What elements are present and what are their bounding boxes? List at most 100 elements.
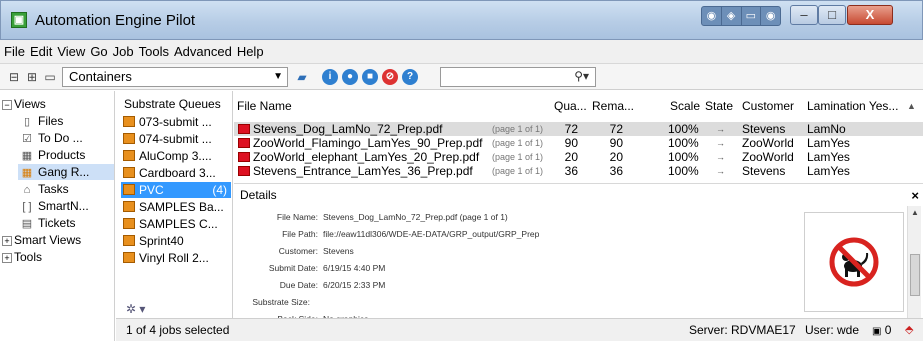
detail-value: Stevens	[323, 246, 354, 256]
scale-cell: 100%	[668, 122, 699, 136]
menu-bar: File Edit View Go Job Tools Advanced Hel…	[0, 40, 923, 64]
job-count-status: ▣ 0	[872, 323, 891, 337]
table-row[interactable]: Stevens_Dog_LamNo_72_Prep.pdf (page 1 of…	[234, 122, 923, 136]
nav-item-tickets[interactable]: ▤ Tickets	[20, 215, 76, 231]
queue-item[interactable]: Vinyl Roll 2...	[121, 250, 231, 266]
ticket-icon: ▤	[21, 218, 33, 230]
state-arrow-icon: →	[716, 124, 725, 134]
queue-icon	[123, 133, 135, 144]
sort-ascending-icon[interactable]: ▲	[907, 101, 916, 111]
toolbox-button-4[interactable]: ◉	[761, 7, 780, 25]
collapse-icon[interactable]: −	[2, 99, 12, 110]
toolbox-button-1[interactable]: ◉	[702, 7, 722, 25]
queue-label: PVC	[139, 183, 164, 197]
scroll-thumb[interactable]	[910, 254, 920, 296]
column-header-state[interactable]: State	[705, 99, 733, 113]
queue-item[interactable]: 074-submit ...	[121, 131, 231, 147]
nav-item-smartnames[interactable]: [ ] SmartN...	[20, 198, 88, 214]
nav-item-products[interactable]: ▦ Products	[20, 147, 86, 163]
column-header-quantity[interactable]: Qua...	[554, 99, 587, 113]
expand-icon[interactable]: +	[2, 235, 12, 246]
menu-help[interactable]: Help	[237, 44, 264, 59]
nav-item-tasks[interactable]: ⌂ Tasks	[20, 181, 69, 197]
queue-item[interactable]: AluComp 3....	[121, 148, 231, 164]
customer-cell: Stevens	[742, 164, 786, 178]
views-tree: − Views ▯ Files ☑ To Do ... ▦ Products ▦ Gang…	[0, 91, 115, 341]
queue-item[interactable]: SAMPLES C...	[121, 216, 231, 232]
chevron-down-icon: ▼	[273, 71, 283, 82]
alert-icon[interactable]: ⬘	[905, 323, 913, 336]
state-arrow-icon: →	[716, 166, 725, 176]
smart-views-label: Smart Views	[14, 233, 82, 247]
queue-icon	[123, 167, 135, 178]
queue-item[interactable]: SAMPLES Ba...	[121, 199, 231, 215]
toolbox-button-3[interactable]: ▭	[742, 7, 762, 25]
nav-item-files[interactable]: ▯ Files	[20, 113, 63, 129]
column-header-customer[interactable]: Customer	[742, 99, 794, 113]
queue-label: 073-submit ...	[139, 115, 212, 129]
menu-file[interactable]: File	[4, 44, 25, 59]
queue-icon	[123, 184, 135, 195]
view-select[interactable]: Containers ▼	[62, 67, 288, 87]
menu-view[interactable]: View	[57, 44, 85, 59]
menu-tools[interactable]: Tools	[139, 44, 169, 59]
remaining-cell: 72	[609, 122, 623, 136]
split-panes-icon[interactable]: ⊟	[6, 69, 22, 85]
lamination-cell: LamNo	[807, 122, 846, 136]
new-container-icon[interactable]: ▰	[294, 69, 310, 85]
smart-views-node[interactable]: + Smart Views	[2, 232, 81, 248]
close-icon[interactable]: ×	[911, 188, 919, 203]
info-icon[interactable]: i	[322, 69, 338, 85]
search-input[interactable]: ⚲▾	[440, 67, 596, 87]
minimize-button[interactable]: –	[790, 5, 818, 25]
queue-item[interactable]: 073-submit ...	[121, 114, 231, 130]
job-preview	[804, 212, 904, 312]
window-toolbox: ◉ ◈ ▭ ◉	[701, 6, 781, 26]
stop-icon[interactable]: ■	[362, 69, 378, 85]
gear-menu-icon[interactable]: ✲ ▾	[126, 302, 145, 316]
nav-item-label: Tickets	[38, 216, 76, 230]
nav-item-gang-run[interactable]: ▦ Gang R...	[18, 164, 114, 180]
queue-icon	[123, 201, 135, 212]
queue-icon	[123, 252, 135, 263]
customer-cell: Stevens	[742, 122, 786, 136]
queue-item-pvc[interactable]: PVC (4)	[121, 182, 231, 198]
grid-view-icon[interactable]: ⊞	[24, 69, 40, 85]
cancel-icon[interactable]: ⊘	[382, 69, 398, 85]
close-button[interactable]: X	[847, 5, 893, 25]
circle-icon[interactable]: ●	[342, 69, 358, 85]
file-name: ZooWorld_Flamingo_LamYes_90_Prep.pdf	[253, 136, 483, 150]
table-row[interactable]: ZooWorld_elephant_LamYes_20_Prep.pdf (pa…	[234, 150, 923, 164]
lamination-cell: LamYes	[807, 150, 850, 164]
gang-run-icon: ▦	[21, 167, 33, 179]
help-icon[interactable]: ?	[402, 69, 418, 85]
no-dogs-sign-icon	[829, 237, 879, 287]
queue-item[interactable]: Sprint40	[121, 233, 231, 249]
table-row[interactable]: ZooWorld_Flamingo_LamYes_90_Prep.pdf (pa…	[234, 136, 923, 150]
tools-node[interactable]: + Tools	[2, 249, 42, 265]
table-row[interactable]: Stevens_Entrance_LamYes_36_Prep.pdf (pag…	[234, 164, 923, 178]
views-node[interactable]: − Views	[2, 96, 46, 112]
search-icon[interactable]: ⚲▾	[574, 69, 589, 83]
column-header-file-name[interactable]: File Name	[237, 99, 292, 113]
jobs-table: File Name Qua... Rema... Scale State Cus…	[234, 91, 923, 181]
menu-go[interactable]: Go	[90, 44, 107, 59]
column-header-lamination[interactable]: Lamination Yes...	[807, 99, 898, 113]
nav-item-label: To Do ...	[38, 131, 83, 145]
maximize-button[interactable]: □	[818, 5, 846, 25]
column-header-scale[interactable]: Scale	[670, 99, 700, 113]
toolbar: ⊟ ⊞ ▭ Containers ▼ ▰ i ● ■ ⊘ ? ⚲▾	[0, 64, 923, 90]
expand-icon[interactable]: +	[2, 252, 12, 263]
menu-edit[interactable]: Edit	[30, 44, 52, 59]
nav-item-todo[interactable]: ☑ To Do ...	[20, 130, 83, 146]
menu-advanced[interactable]: Advanced	[174, 44, 232, 59]
nav-item-label: Gang R...	[38, 165, 90, 179]
menu-job[interactable]: Job	[113, 44, 134, 59]
user-status: User: wde	[805, 323, 860, 337]
column-header-remaining[interactable]: Rema...	[592, 99, 634, 113]
scroll-up-icon[interactable]: ▲	[908, 208, 922, 217]
detail-label: Due Date:	[279, 280, 318, 290]
queue-item[interactable]: Cardboard 3...	[121, 165, 231, 181]
toolbox-button-2[interactable]: ◈	[722, 7, 742, 25]
panel-icon[interactable]: ▭	[42, 69, 58, 85]
